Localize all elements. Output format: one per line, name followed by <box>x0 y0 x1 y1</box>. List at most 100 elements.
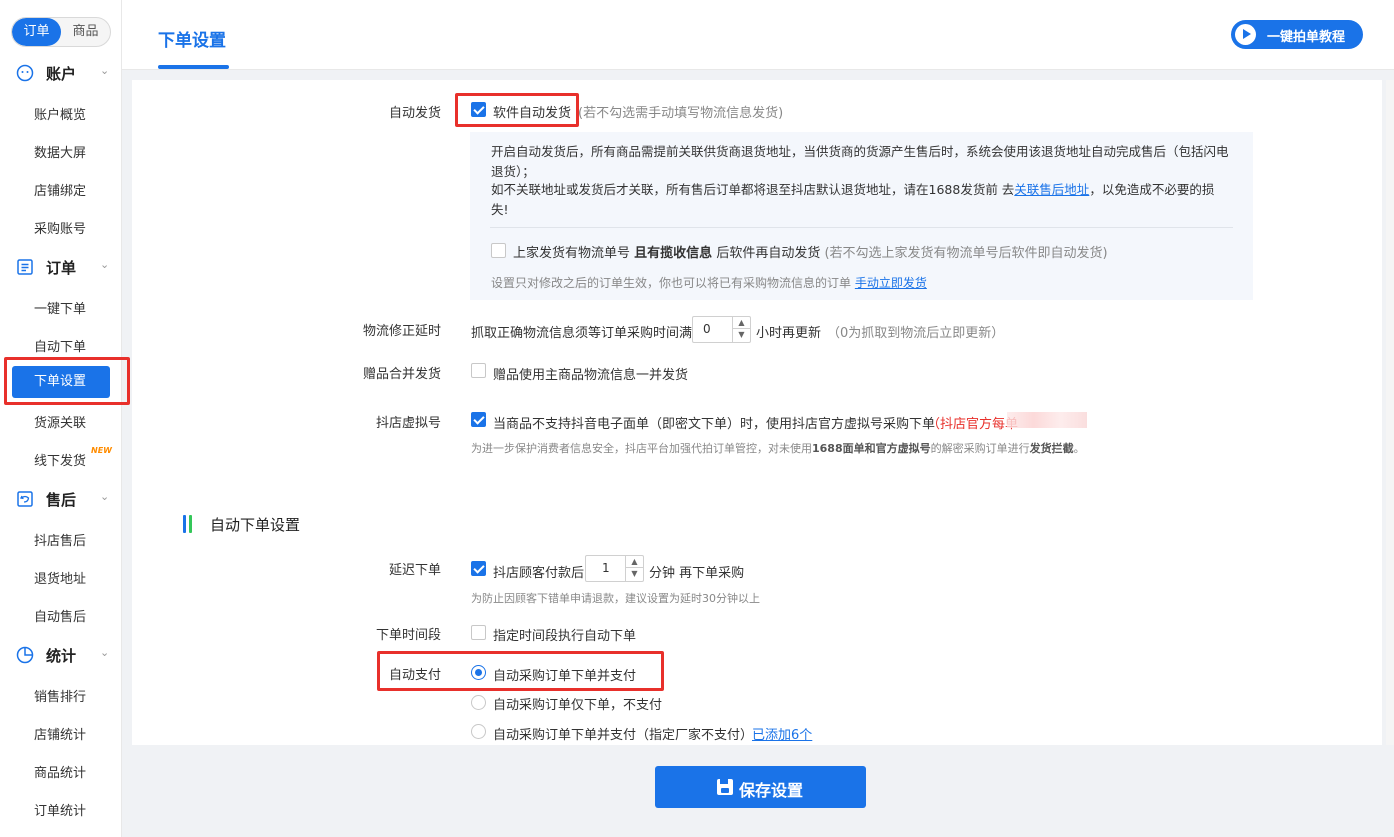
sidebar-item-sales-rank[interactable]: 销售排行 <box>34 686 86 705</box>
chevron-down-icon: ⌄ <box>100 646 110 659</box>
vn-note-a: 为进一步保护消费者信息安全，抖店平台加强代拍订单管控，对未使用 <box>471 442 812 455</box>
auto-ship-checkbox-label[interactable]: 软件自动发货 <box>493 102 571 121</box>
new-badge: NEW <box>91 446 112 455</box>
stepper-buttons: ▲ ▼ <box>625 556 643 581</box>
sidebar-item-source-link[interactable]: 货源关联 <box>34 412 86 431</box>
info-paragraph-2: 如不关联地址或发货后才关联，所有售后订单都将退至抖店默认退货地址，请在1688发… <box>491 180 1231 220</box>
section-marker <box>183 515 192 533</box>
divider <box>490 227 1233 228</box>
delay-order-hint: 为防止因顾客下错单申请退款，建议设置为延时30分钟以上 <box>471 592 760 605</box>
time-range-label: 下单时间段 <box>375 628 441 643</box>
chevron-down-icon: ⌄ <box>100 64 110 77</box>
decrement-icon[interactable]: ▼ <box>626 568 643 580</box>
virtual-number-checkbox-label[interactable]: 当商品不支持抖音电子面单（即密文下单）时，使用抖店官方虚拟号采购下单 <box>493 413 935 432</box>
vn-note-e: 。 <box>1073 442 1085 455</box>
pickup-text-c: 后软件再自动发货 <box>716 246 821 261</box>
sidebar-item-product-stats[interactable]: 商品统计 <box>34 762 86 781</box>
sidebar-item-shop-after-sale[interactable]: 抖店售后 <box>34 530 86 549</box>
stepper-buttons: ▲ ▼ <box>732 317 750 342</box>
save-button-label: 保存设置 <box>739 781 804 800</box>
scrollbar[interactable] <box>1386 80 1394 745</box>
account-icon <box>16 64 34 82</box>
logistics-delay-label: 物流修正延时 <box>362 324 441 339</box>
logistics-pickup-checkbox[interactable] <box>491 243 506 258</box>
pickup-text-b: 且有揽收信息 <box>634 246 713 261</box>
stepper-value[interactable]: 1 <box>602 561 610 575</box>
logistics-pickup-label[interactable]: 上家发货有物流单号 且有揽收信息 后软件再自动发货 (若不勾选上家发货有物流单号… <box>513 242 1108 261</box>
time-range-checkbox-label[interactable]: 指定时间段执行自动下单 <box>493 625 636 644</box>
info-p2-text-a: 如不关联地址或发货后才关联，所有售后订单都将退至抖店默认退货地址，请在1688发… <box>491 182 1015 197</box>
increment-icon[interactable]: ▲ <box>626 556 643 568</box>
sidebar-item-auto-after-sale[interactable]: 自动售后 <box>34 606 86 625</box>
vn-note-d: 发货拦截 <box>1029 442 1074 455</box>
sidebar-item-shop-binding[interactable]: 店铺绑定 <box>34 180 86 199</box>
sidebar-item-account-overview[interactable]: 账户概览 <box>34 104 86 123</box>
decrement-icon[interactable]: ▼ <box>733 329 750 341</box>
pickup-text-a: 上家发货有物流单号 <box>513 246 631 261</box>
gift-merge-checkbox-label[interactable]: 赠品使用主商品物流信息一并发货 <box>493 364 688 383</box>
auto-ship-checkbox[interactable] <box>471 102 486 117</box>
mode-product-tab[interactable]: 商品 <box>61 18 110 46</box>
auto-pay-radio-2[interactable] <box>471 695 486 710</box>
link-after-sale-address[interactable]: 关联售后地址 <box>1014 182 1089 197</box>
delay-order-stepper[interactable]: 1 ▲ ▼ <box>585 555 644 582</box>
group-label: 账户 <box>46 65 77 83</box>
sidebar-item-order-stats[interactable]: 订单统计 <box>34 800 86 819</box>
mode-order-tab[interactable]: 订单 <box>12 18 61 46</box>
time-range-checkbox[interactable] <box>471 625 486 640</box>
auto-pay-option-2[interactable]: 自动采购订单仅下单，不支付 <box>493 694 662 713</box>
group-order[interactable]: 订单 ⌄ <box>0 248 122 286</box>
play-icon <box>1235 24 1256 45</box>
link-manual-ship[interactable]: 手动立即发货 <box>855 276 927 290</box>
link-added-vendors[interactable]: 已添加6个 <box>752 724 812 743</box>
tutorial-label: 一键拍单教程 <box>1267 30 1346 45</box>
section-title-auto-order: 自动下单设置 <box>210 516 301 534</box>
increment-icon[interactable]: ▲ <box>733 317 750 329</box>
sidebar-item-data-screen[interactable]: 数据大屏 <box>34 142 86 161</box>
info-note-text: 设置只对修改之后的订单生效，你也可以将已有采购物流信息的订单 <box>491 276 852 290</box>
sidebar-item-offline-ship[interactable]: 线下发货 <box>34 450 86 469</box>
auto-pay-option-1[interactable]: 自动采购订单下单并支付 <box>493 665 636 684</box>
group-label: 统计 <box>46 647 77 665</box>
group-stats[interactable]: 统计 ⌄ <box>0 636 122 674</box>
sidebar-item-auto-order[interactable]: 自动下单 <box>34 336 86 355</box>
auto-pay-radio-3[interactable] <box>471 724 486 739</box>
gift-merge-label: 赠品合并发货 <box>362 367 441 382</box>
sidebar-item-purchase-account[interactable]: 采购账号 <box>34 218 86 237</box>
virtual-number-checkbox[interactable] <box>471 412 486 427</box>
vn-note-b: 1688面单和官方虚拟号 <box>812 442 931 455</box>
chevron-down-icon: ⌄ <box>100 490 110 503</box>
virtual-number-note: 为进一步保护消费者信息安全，抖店平台加强代拍订单管控，对未使用1688面单和官方… <box>471 440 1085 456</box>
logistics-delay-stepper[interactable]: 0 ▲ ▼ <box>692 316 751 343</box>
sidebar-item-shop-stats[interactable]: 店铺统计 <box>34 724 86 743</box>
save-settings-button[interactable]: 保存设置 <box>655 766 866 808</box>
sidebar: 订单 商品 账户 ⌄ 账户概览 数据大屏 店铺绑定 采购账号 订单 ⌄ 一键下单… <box>0 0 130 837</box>
return-icon <box>17 491 33 507</box>
group-label: 订单 <box>46 259 77 277</box>
gift-merge-checkbox[interactable] <box>471 363 486 378</box>
stepper-value[interactable]: 0 <box>703 322 711 336</box>
delay-order-checkbox[interactable] <box>471 561 486 576</box>
logistics-delay-pre: 抓取正确物流信息须等订单采购时间满 <box>471 326 693 341</box>
vn-note-c: 的解密采购订单进行 <box>930 442 1030 455</box>
delay-order-pre[interactable]: 抖店顾客付款后 <box>493 562 584 581</box>
tab-underline <box>158 65 229 69</box>
group-after-sale[interactable]: 售后 ⌄ <box>0 480 122 518</box>
auto-ship-hint: (若不勾选需手动填写物流信息发货) <box>578 106 784 121</box>
virtual-number-label: 抖店虚拟号 <box>375 416 441 431</box>
sidebar-item-order-settings[interactable]: 下单设置 <box>12 366 110 398</box>
auto-pay-option-3[interactable]: 自动采购订单下单并支付（指定厂家不支付） <box>493 724 753 743</box>
logistics-delay-hint: （0为抓取到物流后立即更新） <box>827 326 1005 341</box>
save-icon <box>717 779 733 795</box>
virtual-number-red-text: （抖店官方每单 <box>927 417 1019 432</box>
group-account[interactable]: 账户 ⌄ <box>0 54 122 92</box>
sidebar-item-return-address[interactable]: 退货地址 <box>34 568 86 587</box>
page-title-tab[interactable]: 下单设置 <box>158 26 226 51</box>
delay-order-post: 分钟 再下单采购 <box>649 566 745 581</box>
auto-pay-radio-1[interactable] <box>471 665 486 680</box>
info-paragraph-1: 开启自动发货后，所有商品需提前关联供货商退货地址，当供货商的货源产生售后时，系统… <box>491 144 1229 179</box>
tutorial-button[interactable]: 一键拍单教程 <box>1231 20 1363 49</box>
sidebar-item-one-click-order[interactable]: 一键下单 <box>34 298 86 317</box>
pie-chart-icon <box>16 646 34 664</box>
delay-order-label: 延迟下单 <box>388 563 441 578</box>
